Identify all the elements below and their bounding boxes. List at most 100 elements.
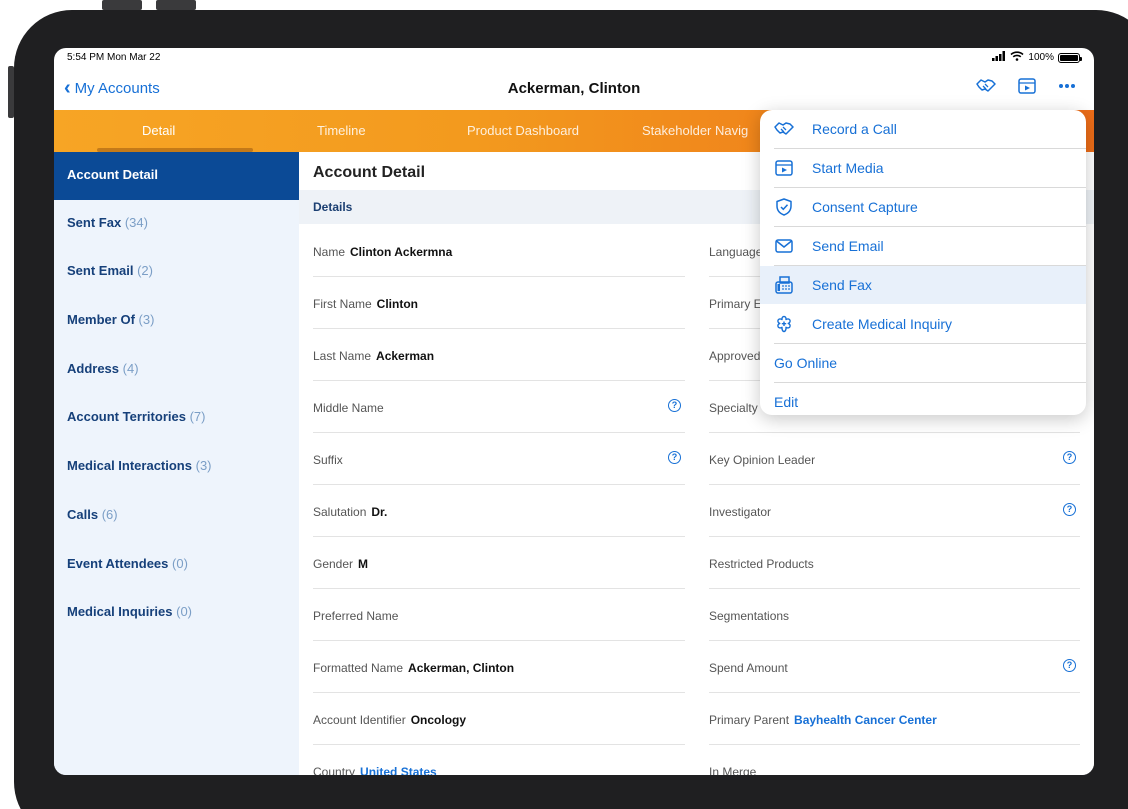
sidebar-item-label: Member Of xyxy=(67,312,135,327)
sidebar-item-address[interactable]: Address (4) xyxy=(54,346,299,394)
field-label: Spend Amount xyxy=(709,661,788,675)
navigation-bar: ‹ My Accounts Ackerman, Clinton xyxy=(54,70,1094,110)
sidebar-item-member-of[interactable]: Member Of (3) xyxy=(54,297,299,345)
sidebar-item-medical-interactions[interactable]: Medical Interactions (3) xyxy=(54,443,299,491)
sidebar-item-count: (34) xyxy=(124,215,148,230)
help-icon[interactable]: ? xyxy=(668,399,681,412)
nav-actions xyxy=(976,78,1076,94)
field-label: Suffix xyxy=(313,453,343,467)
sidebar-item-account-territories[interactable]: Account Territories (7) xyxy=(54,394,299,442)
handshake-icon xyxy=(774,120,794,138)
battery-icon xyxy=(1058,52,1082,63)
sidebar-item-count: (0) xyxy=(172,556,188,571)
menu-item-create-medical-inquiry[interactable]: Create Medical Inquiry xyxy=(760,305,1086,343)
sidebar-item-event-attendees[interactable]: Event Attendees (0) xyxy=(54,541,299,589)
medical-icon xyxy=(774,315,794,333)
field-label: Primary Parent xyxy=(709,713,790,727)
sidebar-item-label: Sent Email xyxy=(67,263,134,278)
menu-item-send-fax[interactable]: Send Fax xyxy=(760,266,1086,304)
sidebar-item-calls[interactable]: Calls (6) xyxy=(54,492,299,540)
menu-item-label: Record a Call xyxy=(812,121,897,137)
menu-item-go-online[interactable]: Go Online xyxy=(760,344,1086,382)
field-in-merge: In Merge xyxy=(709,745,1080,775)
shield-check-icon xyxy=(774,198,794,216)
envelope-icon xyxy=(774,237,794,255)
field-label: Account Identifier xyxy=(313,713,406,727)
more-icon[interactable] xyxy=(1058,83,1076,89)
tab-detail[interactable]: Detail xyxy=(142,123,175,138)
field-label: Salutation xyxy=(313,505,367,519)
field-middle-name: Middle Name? xyxy=(313,381,685,433)
volume-button-bottom xyxy=(156,0,196,10)
sidebar-item-sent-email[interactable]: Sent Email (2) xyxy=(54,248,299,296)
field-segmentations: Segmentations xyxy=(709,589,1080,641)
page-title: Ackerman, Clinton xyxy=(507,80,641,97)
field-label: Formatted Name xyxy=(313,661,404,675)
sidebar-item-count: (3) xyxy=(138,312,155,327)
tab-product-dashboard[interactable]: Product Dashboard xyxy=(467,123,579,138)
field-gender: Gender M xyxy=(313,537,685,589)
battery-percent: 100% xyxy=(1028,52,1054,63)
field-label: Segmentations xyxy=(709,609,790,623)
field-label: Gender xyxy=(313,557,354,571)
sidebar-item-count: (3) xyxy=(195,458,212,473)
tab-timeline[interactable]: Timeline xyxy=(317,123,366,138)
help-icon[interactable]: ? xyxy=(1063,451,1076,464)
menu-item-send-email[interactable]: Send Email xyxy=(760,227,1086,265)
menu-item-label: Send Email xyxy=(812,238,884,254)
menu-item-start-media[interactable]: Start Media xyxy=(760,149,1086,187)
handshake-icon[interactable] xyxy=(976,78,996,94)
screen: 5:54 PM Mon Mar 22 100% ‹ My Accounts Ac… xyxy=(54,48,1094,775)
field-value: Ackerman xyxy=(376,349,435,363)
sidebar-item-account-detail[interactable]: Account Detail xyxy=(54,152,299,200)
field-key-opinion-leader: Key Opinion Leader? xyxy=(709,433,1080,485)
field-value-link[interactable]: United States xyxy=(360,765,437,775)
wifi-icon xyxy=(1010,51,1024,64)
section-title: Account Detail xyxy=(313,164,426,181)
field-value: Clinton Ackermna xyxy=(350,245,453,259)
more-actions-menu: Record a Call Start Media Consent Captur… xyxy=(760,110,1086,415)
field-last-name: Last Name Ackerman xyxy=(313,329,685,381)
field-label: Investigator xyxy=(709,505,772,519)
field-label: Country xyxy=(313,765,356,775)
field-label: Preferred Name xyxy=(313,609,399,623)
field-value: Ackerman, Clinton xyxy=(408,661,515,675)
field-label: Approved xyxy=(709,349,761,363)
menu-item-edit[interactable]: Edit xyxy=(760,383,1086,415)
field-value: Clinton xyxy=(376,297,418,311)
details-label: Details xyxy=(313,200,353,214)
help-icon[interactable]: ? xyxy=(1063,659,1076,672)
signal-icon xyxy=(992,51,1006,64)
media-icon[interactable] xyxy=(1018,78,1036,94)
field-salutation: Salutation Dr. xyxy=(313,485,685,537)
menu-item-label: Send Fax xyxy=(812,277,872,293)
field-label: Restricted Products xyxy=(709,557,814,571)
menu-item-label: Create Medical Inquiry xyxy=(812,316,953,332)
sidebar-item-sent-fax[interactable]: Sent Fax (34) xyxy=(54,200,299,248)
menu-item-label: Start Media xyxy=(812,160,884,176)
field-formatted-name: Formatted Name Ackerman, Clinton xyxy=(313,641,685,693)
media-icon xyxy=(774,159,794,177)
field-value-link[interactable]: Bayhealth Cancer Center xyxy=(794,713,937,727)
menu-item-record-call[interactable]: Record a Call xyxy=(760,110,1086,148)
sidebar-item-count: (0) xyxy=(176,604,192,619)
sidebar-item-medical-inquiries[interactable]: Medical Inquiries (0) xyxy=(54,589,299,637)
status-time: 5:54 PM Mon Mar 22 xyxy=(67,52,161,63)
help-icon[interactable]: ? xyxy=(668,451,681,464)
sidebar-item-label: Event Attendees xyxy=(67,556,169,571)
tab-stakeholder-navigator[interactable]: Stakeholder Navig xyxy=(642,123,748,138)
sidebar-item-count: (6) xyxy=(101,507,118,522)
power-button xyxy=(8,66,14,118)
menu-item-label: Consent Capture xyxy=(812,199,918,215)
sidebar-item-label: Medical Inquiries xyxy=(67,604,173,619)
field-investigator: Investigator? xyxy=(709,485,1080,537)
field-label: In Merge xyxy=(709,765,757,775)
status-bar: 5:54 PM Mon Mar 22 100% xyxy=(54,48,1094,70)
field-account-identifier: Account Identifier Oncology xyxy=(313,693,685,745)
help-icon[interactable]: ? xyxy=(1063,503,1076,516)
field-label: Language xyxy=(709,245,763,259)
sidebar: Account Detail Sent Fax (34) Sent Email … xyxy=(54,152,299,775)
field-label: Last Name xyxy=(313,349,372,363)
menu-item-consent-capture[interactable]: Consent Capture xyxy=(760,188,1086,226)
field-label: Name xyxy=(313,245,346,259)
